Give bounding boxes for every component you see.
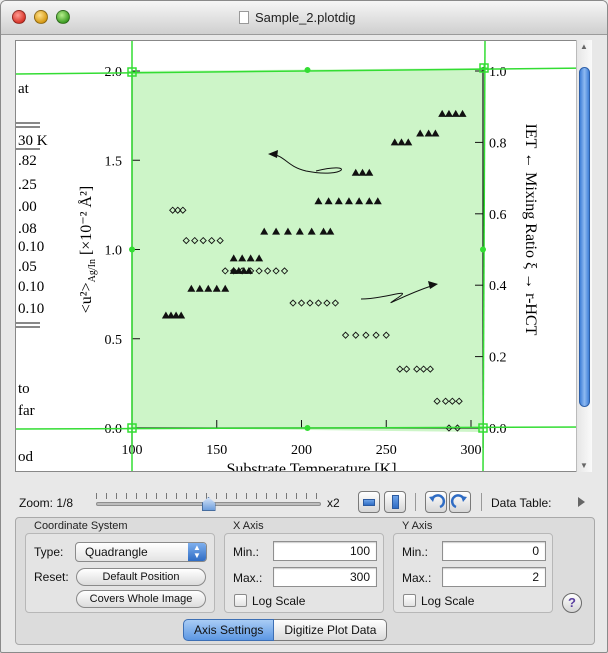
fit-height-icon xyxy=(392,495,399,509)
reset-label: Reset: xyxy=(34,570,69,584)
x-log-scale-checkbox[interactable] xyxy=(234,594,247,607)
minimize-window-button[interactable] xyxy=(34,10,48,24)
left-tick-label: 0.0 xyxy=(105,422,123,437)
fit-width-icon xyxy=(363,499,375,506)
help-button[interactable]: ? xyxy=(562,593,582,613)
zoom-slider[interactable] xyxy=(96,493,321,513)
coordinate-system-title: Coordinate System xyxy=(34,520,128,532)
y-log-scale-checkbox[interactable] xyxy=(403,594,416,607)
default-position-button[interactable]: Default Position xyxy=(76,568,206,586)
background-text-fragment: to xyxy=(18,381,30,397)
edge-handle xyxy=(304,67,311,73)
y-min-field[interactable]: 0 xyxy=(442,541,546,561)
tab-digitize-plot-data[interactable]: Digitize Plot Data xyxy=(274,619,388,641)
y-axis-label: <u²>Ag/In [×10⁻² Å²] xyxy=(77,186,98,313)
x-log-scale-label: Log Scale xyxy=(252,594,306,608)
type-label: Type: xyxy=(34,545,64,559)
scroll-down-arrow-icon[interactable]: ▼ xyxy=(580,461,588,470)
left-tick-label: 1.0 xyxy=(105,244,123,259)
toolbar-divider xyxy=(415,493,416,511)
rotate-right-icon xyxy=(450,494,467,509)
document-icon xyxy=(239,11,249,24)
window-title: Sample_2.plotdig xyxy=(255,10,356,25)
plot-canvas[interactable]: 2.0 1.5 1.0 0.5 0.0 1.0 0.8 0.6 0.4 0.2 0.0 100 150 2… xyxy=(15,40,592,472)
right-tick-label: 0.4 xyxy=(489,279,507,294)
right-tick-label: 0.6 xyxy=(489,208,507,223)
plot-image[interactable]: 2.01.51.00.50.01.00.80.60.40.20.0100 150 2… xyxy=(16,41,592,472)
background-text-fragment: 0.10 xyxy=(18,301,44,317)
y-max-field[interactable]: 2 xyxy=(442,567,546,587)
settings-tabs: Axis Settings Digitize Plot Data xyxy=(183,619,388,641)
zoom-slider-knob[interactable] xyxy=(201,497,216,511)
zoom-label: Zoom: 1/8 xyxy=(19,496,74,510)
vertical-scrollbar[interactable]: ▲ ▼ xyxy=(576,40,592,472)
fit-width-button[interactable] xyxy=(358,491,380,513)
background-text-fragment: 0.10 xyxy=(18,279,44,295)
left-tick-label: 1.5 xyxy=(105,154,123,169)
data-table-label: Data Table: xyxy=(491,496,552,510)
right-tick-label: 0.0 xyxy=(489,422,507,437)
scroll-up-arrow-icon[interactable]: ▲ xyxy=(580,42,588,51)
zoom-toolbar: Zoom: 1/8 x2 Data Table: xyxy=(1,487,607,517)
data-table-disclosure-icon[interactable] xyxy=(578,497,585,507)
bottom-tick-label: 200 xyxy=(291,443,312,458)
rotate-left-icon xyxy=(429,494,446,509)
x-axis-title: X Axis xyxy=(233,520,264,532)
covers-whole-image-button[interactable]: Covers Whole Image xyxy=(76,590,206,608)
zoom-max-label: x2 xyxy=(327,496,340,510)
right-tick-label: 1.0 xyxy=(489,65,507,80)
y-min-label: Min.: xyxy=(402,545,429,559)
zoom-window-button[interactable] xyxy=(56,10,70,24)
background-text-fragment: 30 K xyxy=(18,133,48,149)
y-log-scale-label: Log Scale xyxy=(421,594,475,608)
background-text-fragment: at xyxy=(18,81,30,97)
left-tick-label: 0.5 xyxy=(105,333,123,348)
rotate-right-button[interactable] xyxy=(449,491,471,513)
background-text-fragment: .82 xyxy=(18,153,37,169)
select-arrows-icon: ▲ ▼ xyxy=(188,543,206,561)
bottom-tick-label: 300 xyxy=(461,443,482,458)
close-window-button[interactable] xyxy=(12,10,26,24)
tab-axis-settings[interactable]: Axis Settings xyxy=(183,619,275,641)
toolbar-divider xyxy=(481,493,482,511)
right-tick-label: 0.2 xyxy=(489,351,507,366)
background-text-fragment: .25 xyxy=(18,177,37,193)
x-min-label: Min.: xyxy=(233,545,260,559)
coordinate-type-select[interactable]: Quadrangle ▲ ▼ xyxy=(75,542,207,562)
fit-height-button[interactable] xyxy=(384,491,406,513)
bottom-tick-label: 250 xyxy=(376,443,397,458)
x-min-field[interactable]: 100 xyxy=(273,541,377,561)
edge-handle xyxy=(480,246,486,253)
bottom-tick-label: 150 xyxy=(206,443,227,458)
y-max-label: Max.: xyxy=(402,571,432,585)
digitizer-region xyxy=(132,68,484,432)
background-text-fragment: .00 xyxy=(18,199,37,215)
x-max-field[interactable]: 300 xyxy=(273,567,377,587)
background-text-fragment: od xyxy=(18,449,34,465)
x-axis-label: Substrate Temperature [K] xyxy=(226,461,396,472)
app-window: Sample_2.plotdig 2.0 1.5 1.0 0.5 0.0 1.0 0.8 0.… xyxy=(0,0,608,653)
rotate-left-button[interactable] xyxy=(425,491,447,513)
scrollbar-thumb[interactable] xyxy=(579,67,590,407)
background-text-fragment: far xyxy=(18,403,35,419)
y-axis-title: Y Axis xyxy=(402,520,433,532)
coordinate-type-value: Quadrangle xyxy=(85,545,148,559)
title-bar[interactable]: Sample_2.plotdig xyxy=(1,1,607,35)
x-max-label: Max.: xyxy=(233,571,263,585)
background-text-fragment: .08 xyxy=(18,221,37,237)
background-text-fragment: .05 xyxy=(18,259,37,275)
right-axis-label: IET ← Mixing Ratio ξ → r-HCT xyxy=(522,124,539,336)
right-tick-label: 0.8 xyxy=(489,136,507,151)
edge-handle xyxy=(129,246,135,253)
edge-handle xyxy=(304,425,311,431)
background-text-fragment: 0.10 xyxy=(18,239,44,255)
